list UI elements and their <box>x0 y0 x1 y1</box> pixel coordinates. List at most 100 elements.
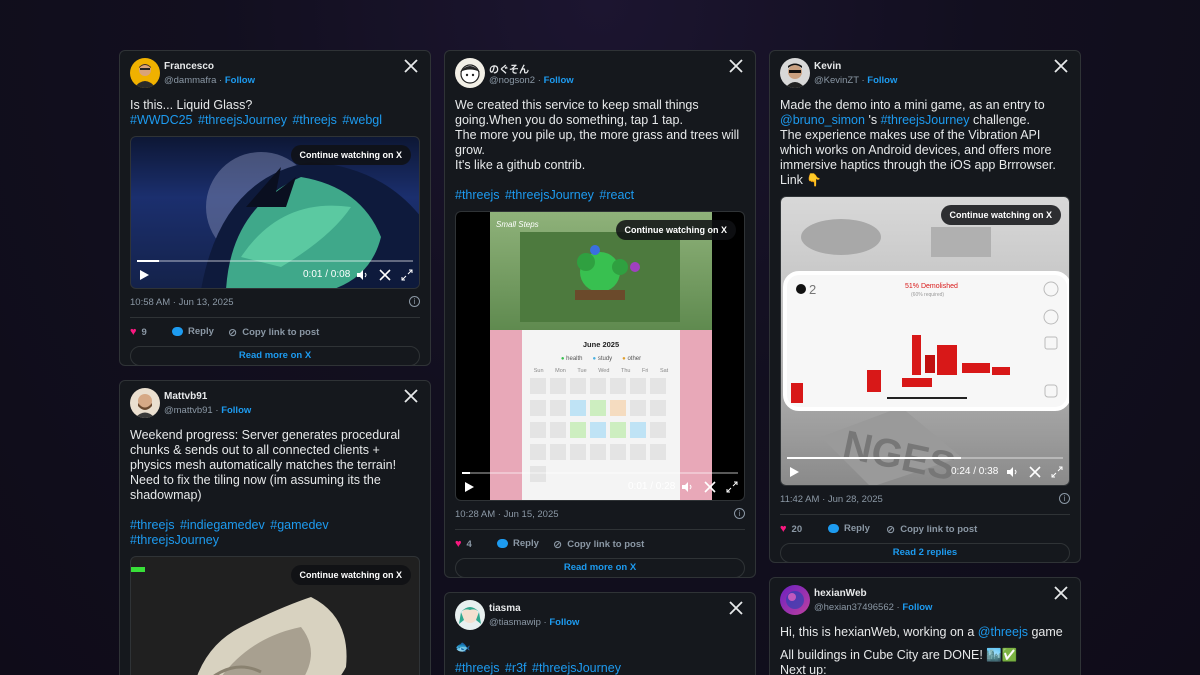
handle-text[interactable]: @KevinZT <box>814 75 859 86</box>
video-progress[interactable] <box>137 260 413 262</box>
hashtag[interactable]: #threejsJourney <box>532 661 621 675</box>
hashtag[interactable]: #threejs <box>292 113 336 127</box>
video-progress[interactable] <box>462 472 738 474</box>
info-icon[interactable]: i <box>1059 493 1070 504</box>
hashtag[interactable]: #gamedev <box>270 518 328 532</box>
hashtag[interactable]: #indiegamedev <box>180 518 265 532</box>
follow-link[interactable]: Follow <box>544 75 574 86</box>
fullscreen-icon[interactable] <box>726 481 738 493</box>
x-logo-icon[interactable] <box>404 59 418 73</box>
play-icon[interactable] <box>790 467 799 477</box>
continue-watching-button[interactable]: Continue watching on X <box>290 565 411 585</box>
continue-watching-button[interactable]: Continue watching on X <box>940 205 1061 225</box>
x-logo-icon[interactable] <box>404 389 418 403</box>
timestamp-text[interactable]: 10:28 AM · Jun 15, 2025 <box>455 509 559 520</box>
video-player[interactable]: Small Steps June 2025 ● health ● study ●… <box>455 211 745 501</box>
reply-button[interactable]: Reply <box>172 326 214 337</box>
user-name[interactable]: tiasma <box>489 603 521 614</box>
play-icon[interactable] <box>465 482 474 492</box>
continue-watching-button[interactable]: Continue watching on X <box>290 145 411 165</box>
copy-link-button[interactable]: ⊘ Copy link to post <box>886 523 977 536</box>
volume-icon[interactable] <box>1006 466 1018 478</box>
follow-link[interactable]: Follow <box>902 602 932 613</box>
fullscreen-icon[interactable] <box>401 269 413 281</box>
like-button[interactable]: ♥ 4 <box>455 538 472 550</box>
mention-link[interactable]: @threejs <box>978 625 1028 639</box>
user-name[interactable]: Francesco <box>164 61 214 72</box>
copy-link-button[interactable]: ⊘ Copy link to post <box>228 326 319 339</box>
post-actions: ♥ 9 Reply ⊘ Copy link to post <box>130 326 420 340</box>
user-name[interactable]: のぐそん <box>489 61 529 76</box>
read-more-button[interactable]: Read more on X <box>455 558 745 577</box>
hashtag[interactable]: #react <box>599 188 634 202</box>
avatar[interactable] <box>780 585 810 615</box>
hashtag[interactable]: #threejsJourney <box>505 188 594 202</box>
x-logo-icon[interactable] <box>1029 466 1041 478</box>
timestamp-text[interactable]: 10:58 AM · Jun 13, 2025 <box>130 297 234 308</box>
hashtag[interactable]: #threejs <box>455 661 499 675</box>
avatar[interactable] <box>455 600 485 630</box>
video-player[interactable]: Continue watching on X <box>130 556 420 675</box>
divider <box>780 514 1070 515</box>
info-icon[interactable]: i <box>409 296 420 307</box>
post-actions: ♥ 20 Reply ⊘ Copy link to post <box>780 523 1070 537</box>
info-icon[interactable]: i <box>734 508 745 519</box>
post-card-kevin: Kevin @KevinZT · Follow Made the demo in… <box>769 50 1081 563</box>
hashtag[interactable]: #threejsJourney <box>130 533 219 547</box>
handle-text[interactable]: @dammafra <box>164 75 216 86</box>
avatar[interactable] <box>455 58 485 88</box>
x-logo-icon[interactable] <box>379 269 391 281</box>
mention-link[interactable]: @bruno_simon <box>780 113 865 127</box>
x-logo-icon[interactable] <box>704 481 716 493</box>
like-button[interactable]: ♥ 20 <box>780 523 802 535</box>
handle-text[interactable]: @hexian37496562 <box>814 602 894 613</box>
volume-icon[interactable] <box>681 481 693 493</box>
like-count: 20 <box>791 523 803 535</box>
user-name[interactable]: hexianWeb <box>814 588 867 599</box>
user-name[interactable]: Mattvb91 <box>164 391 207 402</box>
hashtag[interactable]: #WWDC25 <box>130 113 193 127</box>
legend-health: ● health <box>560 356 583 362</box>
video-progress[interactable] <box>787 457 1063 459</box>
follow-link[interactable]: Follow <box>867 75 897 86</box>
play-icon[interactable] <box>140 270 149 280</box>
x-logo-icon[interactable] <box>1054 59 1068 73</box>
reply-button[interactable]: Reply <box>828 523 870 534</box>
continue-watching-button[interactable]: Continue watching on X <box>615 220 736 240</box>
hashtag[interactable]: #threejsJourney <box>881 113 970 127</box>
hashtag[interactable]: #threejs <box>455 188 499 202</box>
follow-link[interactable]: Follow <box>549 617 579 628</box>
x-logo-icon[interactable] <box>729 59 743 73</box>
handle-text[interactable]: @nogson2 <box>489 75 535 86</box>
hashtag[interactable]: #r3f <box>505 661 527 675</box>
hashtag[interactable]: #webgl <box>342 113 382 127</box>
read-replies-button[interactable]: Read 2 replies <box>780 543 1070 562</box>
handle-text[interactable]: @tiasmawip <box>489 617 541 628</box>
hashtag[interactable]: #threejs <box>130 518 174 532</box>
x-logo-icon[interactable] <box>729 601 743 615</box>
game-count: 2 <box>809 282 817 297</box>
post-text: Weekend progress: Server generates proce… <box>130 428 401 502</box>
x-logo-icon[interactable] <box>1054 586 1068 600</box>
video-player[interactable]: NGES 2 51% Demolished (60% required) Con… <box>780 196 1070 486</box>
volume-icon[interactable] <box>356 269 368 281</box>
copy-link-button[interactable]: ⊘ Copy link to post <box>553 538 644 551</box>
video-controls: 0:01 / 0:08 <box>131 258 419 288</box>
avatar[interactable] <box>130 58 160 88</box>
follow-link[interactable]: Follow <box>225 75 255 86</box>
follow-link[interactable]: Follow <box>221 405 251 416</box>
video-player[interactable]: Continue watching on X 0:01 / 0:08 <box>130 136 420 289</box>
avatar[interactable] <box>130 388 160 418</box>
timestamp-text[interactable]: 11:42 AM · Jun 28, 2025 <box>780 494 883 505</box>
avatar[interactable] <box>780 58 810 88</box>
hashtag[interactable]: #threejsJourney <box>198 113 287 127</box>
user-name[interactable]: Kevin <box>814 61 841 72</box>
fullscreen-icon[interactable] <box>1051 466 1063 478</box>
handle-text[interactable]: @mattvb91 <box>164 405 213 416</box>
game-status: 51% Demolished <box>905 283 958 290</box>
reply-button[interactable]: Reply <box>497 538 539 549</box>
read-more-button[interactable]: Read more on X <box>130 346 420 365</box>
post-header: Kevin @KevinZT · Follow <box>780 58 1070 98</box>
video-time: 0:24 / 0:38 <box>951 466 999 477</box>
like-button[interactable]: ♥ 9 <box>130 326 147 338</box>
